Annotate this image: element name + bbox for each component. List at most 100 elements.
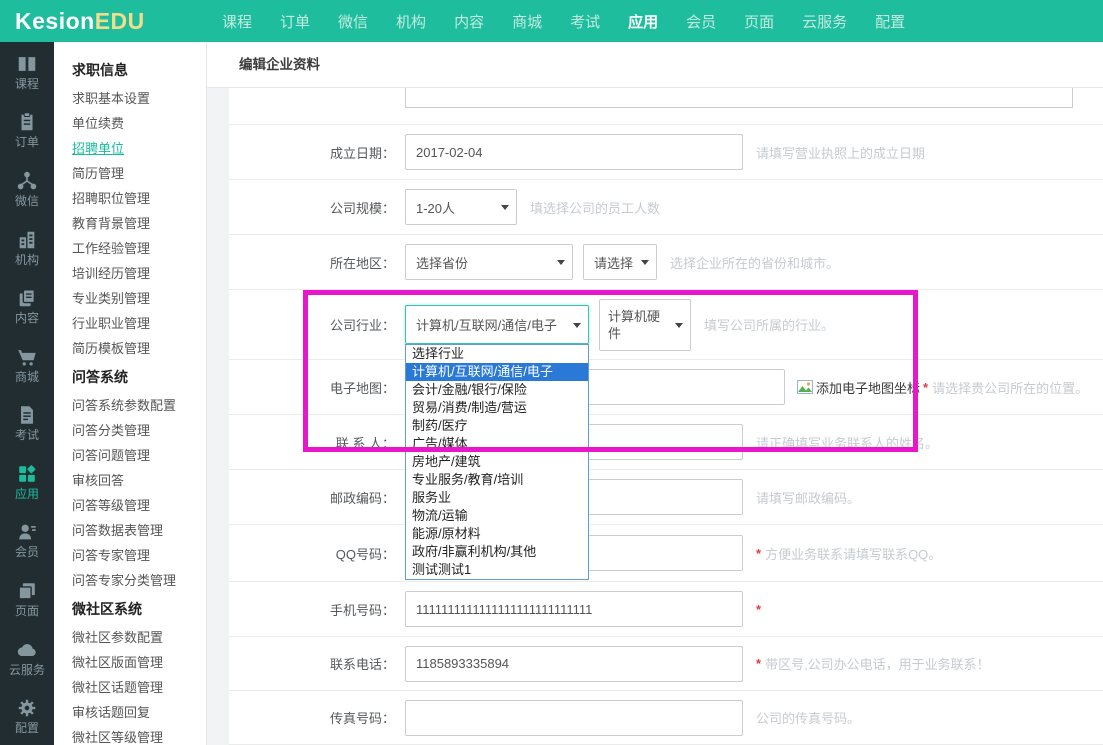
chevron-down-icon xyxy=(573,323,581,328)
chevron-down-icon xyxy=(641,260,649,265)
share-network-icon xyxy=(16,170,38,192)
form-row-phone: 联系电话： * 带区号,公司办公电话，用于业务联系！ xyxy=(229,637,1103,691)
topnav-institution[interactable]: 机构 xyxy=(396,11,426,32)
menu-item-training-mgmt[interactable]: 培训经历管理 xyxy=(72,267,206,280)
menu-item-job-basic-settings[interactable]: 求职基本设置 xyxy=(72,92,206,105)
sidebar-item-label: 机构 xyxy=(15,254,39,266)
menu-item-job-position-mgmt[interactable]: 招聘职位管理 xyxy=(72,192,206,205)
topnav-members[interactable]: 会员 xyxy=(686,11,716,32)
menu-item-mc-review-replies[interactable]: 审核话题回复 xyxy=(72,706,206,719)
add-map-coords-link[interactable]: 添加电子地图坐标 xyxy=(816,378,920,397)
map-image-icon[interactable] xyxy=(797,379,813,395)
topnav-mall[interactable]: 商城 xyxy=(512,11,542,32)
menu-item-education-mgmt[interactable]: 教育背景管理 xyxy=(72,217,206,230)
industry-option[interactable]: 服务业 xyxy=(406,489,588,507)
province-select[interactable]: 选择省份 xyxy=(405,244,573,280)
province-value: 选择省份 xyxy=(416,253,468,272)
chevron-down-icon xyxy=(501,205,509,210)
edit-company-form: 成立日期： 请填写营业执照上的成立日期 公司规模： 1-20人 填选择公司的员工… xyxy=(229,88,1103,745)
industry-option[interactable]: 房地产/建筑 xyxy=(406,453,588,471)
section-title: 求职信息 xyxy=(72,60,206,80)
industry-option[interactable]: 物流/运输 xyxy=(406,507,588,525)
topnav-orders[interactable]: 订单 xyxy=(280,11,310,32)
sidebar-item-pages[interactable]: 页面 xyxy=(0,569,54,628)
topnav-content[interactable]: 内容 xyxy=(454,11,484,32)
sidebar-item-config[interactable]: 配置 xyxy=(0,686,54,745)
pages-icon xyxy=(16,580,38,602)
menu-item-mc-layout-mgmt[interactable]: 微社区版面管理 xyxy=(72,656,206,669)
menu-item-mc-params[interactable]: 微社区参数配置 xyxy=(72,631,206,644)
menu-item-unit-renewal[interactable]: 单位续费 xyxy=(72,117,206,130)
menu-item-qa-params[interactable]: 问答系统参数配置 xyxy=(72,399,206,412)
chevron-down-icon xyxy=(675,323,683,328)
sidebar-item-label: 内容 xyxy=(15,312,39,324)
menu-item-work-exp-mgmt[interactable]: 工作经验管理 xyxy=(72,242,206,255)
fax-input[interactable] xyxy=(405,700,743,736)
menu-item-qa-expert-mgmt[interactable]: 问答专家管理 xyxy=(72,549,206,562)
topnav-apps[interactable]: 应用 xyxy=(628,11,658,32)
required-asterisk: * xyxy=(756,602,761,617)
menu-item-mc-topic-mgmt[interactable]: 微社区话题管理 xyxy=(72,681,206,694)
industry-option[interactable]: 制药/医疗 xyxy=(406,417,588,435)
form-row-fax: 传真号码： 公司的传真号码。 xyxy=(229,691,1103,745)
documents-icon xyxy=(16,287,38,309)
cart-icon xyxy=(16,346,38,368)
menu-item-qa-question-mgmt[interactable]: 问答问题管理 xyxy=(72,449,206,462)
form-scrollbar-track[interactable] xyxy=(207,88,229,745)
industry-option[interactable]: 会计/金融/银行/保险 xyxy=(406,381,588,399)
member-icon xyxy=(16,521,38,543)
topnav-pages[interactable]: 页面 xyxy=(744,11,774,32)
industry-dropdown-list: 选择行业 计算机/互联网/通信/电子 会计/金融/银行/保险 贸易/消费/制造/… xyxy=(405,344,589,580)
sidebar-item-institution[interactable]: 机构 xyxy=(0,218,54,277)
chevron-down-icon xyxy=(557,260,565,265)
company-scale-select[interactable]: 1-20人 xyxy=(405,189,517,225)
cropped-top-input[interactable] xyxy=(405,88,1073,108)
industry-sub-select[interactable]: 计算机硬件 xyxy=(599,299,691,351)
industry-option[interactable]: 政府/非赢利机构/其他 xyxy=(406,543,588,561)
sidebar-item-exam[interactable]: 考试 xyxy=(0,393,54,452)
industry-select[interactable]: 计算机/互联网/通信/电子 选择行业 计算机/互联网/通信/电子 会计/金融/银… xyxy=(405,305,589,344)
qq-hint: 方便业务联系请填写联系QQ。 xyxy=(765,544,941,563)
required-asterisk: * xyxy=(923,380,928,395)
menu-item-resume-mgmt[interactable]: 简历管理 xyxy=(72,167,206,180)
sidebar-item-orders[interactable]: 订单 xyxy=(0,101,54,160)
founding-date-hint: 请填写营业执照上的成立日期 xyxy=(756,143,925,162)
industry-option[interactable]: 选择行业 xyxy=(406,345,588,363)
city-select[interactable]: 请选择 xyxy=(583,244,657,280)
sidebar-item-label: 会员 xyxy=(15,546,39,558)
sidebar-item-content[interactable]: 内容 xyxy=(0,276,54,335)
sidebar-item-cloud[interactable]: 云服务 xyxy=(0,628,54,687)
menu-item-industry-occupation-mgmt[interactable]: 行业职业管理 xyxy=(72,317,206,330)
industry-option[interactable]: 专业服务/教育/培训 xyxy=(406,471,588,489)
sidebar-item-apps[interactable]: 应用 xyxy=(0,452,54,511)
menu-item-recruiting-units[interactable]: 招聘单位 xyxy=(72,142,206,155)
map-hint: 请选择贵公司所在的位置。 xyxy=(932,378,1088,397)
menu-item-mc-level-mgmt[interactable]: 微社区等级管理 xyxy=(72,731,206,744)
menu-item-resume-template-mgmt[interactable]: 简历模板管理 xyxy=(72,342,206,355)
menu-item-qa-category-mgmt[interactable]: 问答分类管理 xyxy=(72,424,206,437)
topnav-courses[interactable]: 课程 xyxy=(222,11,252,32)
topnav-config[interactable]: 配置 xyxy=(875,11,905,32)
industry-option[interactable]: 广告/媒体 xyxy=(406,435,588,453)
topnav-exam[interactable]: 考试 xyxy=(570,11,600,32)
menu-item-qa-level-mgmt[interactable]: 问答等级管理 xyxy=(72,499,206,512)
topnav-cloud[interactable]: 云服务 xyxy=(802,11,847,32)
mobile-input[interactable] xyxy=(405,591,743,627)
sidebar-item-mall[interactable]: 商城 xyxy=(0,335,54,394)
form-row-industry: 公司行业： 计算机/互联网/通信/电子 选择行业 计算机/互联网/通信/电子 会… xyxy=(229,290,1103,360)
menu-item-qa-review-answers[interactable]: 审核回答 xyxy=(72,474,206,487)
founding-date-input[interactable] xyxy=(405,134,743,170)
menu-item-major-category-mgmt[interactable]: 专业类别管理 xyxy=(72,292,206,305)
industry-option[interactable]: 贸易/消费/制造/营运 xyxy=(406,399,588,417)
sidebar-item-members[interactable]: 会员 xyxy=(0,511,54,570)
industry-option-selected[interactable]: 计算机/互联网/通信/电子 xyxy=(406,363,588,381)
industry-option[interactable]: 测试测试1 xyxy=(406,561,588,579)
menu-item-qa-expert-category-mgmt[interactable]: 问答专家分类管理 xyxy=(72,574,206,587)
form-row-zip-code: 邮政编码： 请填写邮政编码。 xyxy=(229,470,1103,525)
industry-option[interactable]: 能源/原材料 xyxy=(406,525,588,543)
menu-item-qa-datatable-mgmt[interactable]: 问答数据表管理 xyxy=(72,524,206,537)
topnav-wechat[interactable]: 微信 xyxy=(338,11,368,32)
sidebar-item-courses[interactable]: 课程 xyxy=(0,42,54,101)
sidebar-item-wechat[interactable]: 微信 xyxy=(0,159,54,218)
phone-input[interactable] xyxy=(405,646,743,682)
